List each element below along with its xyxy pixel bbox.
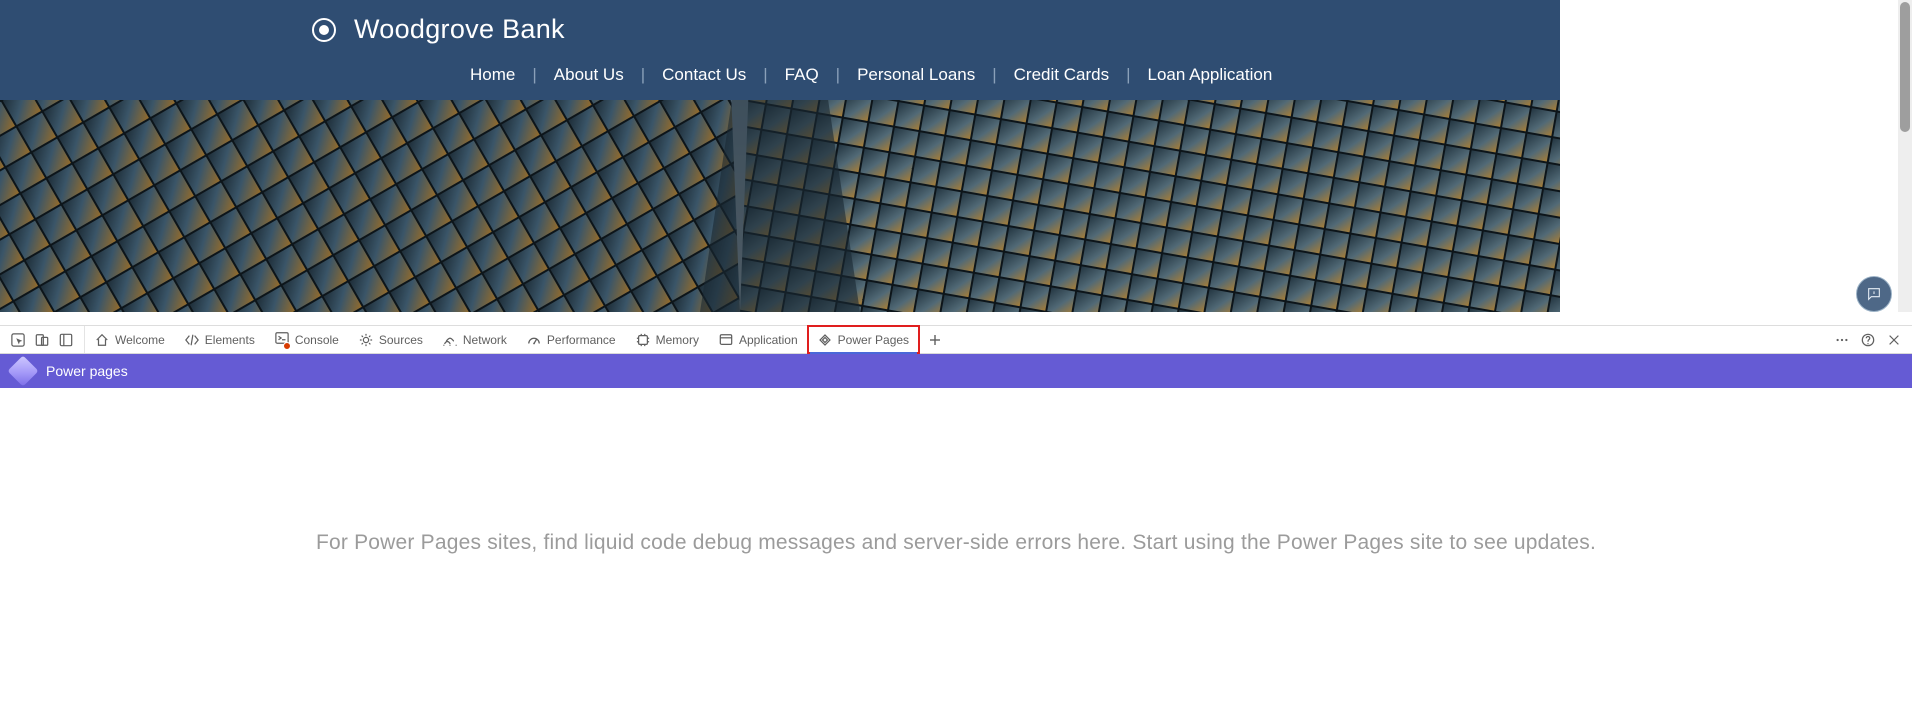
tab-label: Console <box>295 333 339 347</box>
tab-power-pages[interactable]: Power Pages <box>808 326 919 353</box>
primary-nav: Home | About Us | Contact Us | FAQ | Persona… <box>470 65 1272 85</box>
tab-performance[interactable]: Performance <box>517 326 626 353</box>
power-pages-logo-icon <box>7 355 38 386</box>
tab-label: Memory <box>656 333 699 347</box>
tab-application[interactable]: Application <box>709 326 808 353</box>
tab-sources[interactable]: Sources <box>349 326 433 353</box>
horizontal-scroll-region[interactable]: Woodgrove Bank Home | About Us | Contact U… <box>0 0 1912 325</box>
brand[interactable]: Woodgrove Bank <box>312 14 565 45</box>
website-preview-area: Woodgrove Bank Home | About Us | Contact U… <box>0 0 1912 325</box>
nav-separator: | <box>992 65 996 85</box>
power-pages-banner: Power pages <box>0 354 1912 388</box>
tab-network[interactable]: Network <box>433 326 517 353</box>
nav-separator: | <box>532 65 536 85</box>
console-icon <box>275 331 289 348</box>
nav-separator: | <box>763 65 767 85</box>
power-pages-panel-content: For Power Pages sites, find liquid code … <box>0 388 1912 698</box>
nav-separator: | <box>641 65 645 85</box>
brand-name: Woodgrove Bank <box>354 14 565 45</box>
tab-label: Elements <box>205 333 255 347</box>
more-tools-icon[interactable] <box>1830 326 1854 354</box>
tab-add[interactable] <box>919 326 951 353</box>
nav-contact[interactable]: Contact Us <box>662 65 746 85</box>
nav-separator: | <box>836 65 840 85</box>
device-toolbar-icon[interactable] <box>30 326 54 354</box>
tab-label: Welcome <box>115 333 165 347</box>
tab-console[interactable]: Console <box>265 326 349 353</box>
tab-elements[interactable]: Elements <box>175 326 265 353</box>
devtools-panel: Welcome Elements Console Sources Network… <box>0 325 1912 698</box>
nav-faq[interactable]: FAQ <box>785 65 819 85</box>
devtools-tabstrip: Welcome Elements Console Sources Network… <box>0 326 1912 354</box>
tab-welcome[interactable]: Welcome <box>85 326 175 353</box>
tab-label: Network <box>463 333 507 347</box>
inspect-element-icon[interactable] <box>6 326 30 354</box>
nav-home[interactable]: Home <box>470 65 515 85</box>
feedback-floating-button[interactable] <box>1856 276 1892 312</box>
site-header: Woodgrove Bank Home | About Us | Contact U… <box>0 0 1560 100</box>
nav-separator: | <box>1126 65 1130 85</box>
nav-loans[interactable]: Personal Loans <box>857 65 975 85</box>
tab-memory[interactable]: Memory <box>626 326 709 353</box>
vertical-scrollbar[interactable] <box>1898 0 1912 312</box>
activity-bar-icon[interactable] <box>54 326 78 354</box>
tab-label: Sources <box>379 333 423 347</box>
nav-credit-cards[interactable]: Credit Cards <box>1014 65 1109 85</box>
tab-label: Application <box>739 333 798 347</box>
tab-label: Power Pages <box>838 333 909 347</box>
power-pages-banner-title: Power pages <box>46 363 128 379</box>
tab-label: Performance <box>547 333 616 347</box>
brand-logo-icon <box>312 18 336 42</box>
nav-about[interactable]: About Us <box>554 65 624 85</box>
hero-image <box>0 100 1560 312</box>
help-icon[interactable] <box>1856 326 1880 354</box>
close-devtools-icon[interactable] <box>1882 326 1906 354</box>
power-pages-empty-message: For Power Pages sites, find liquid code … <box>316 531 1596 555</box>
nav-loan-application[interactable]: Loan Application <box>1148 65 1273 85</box>
